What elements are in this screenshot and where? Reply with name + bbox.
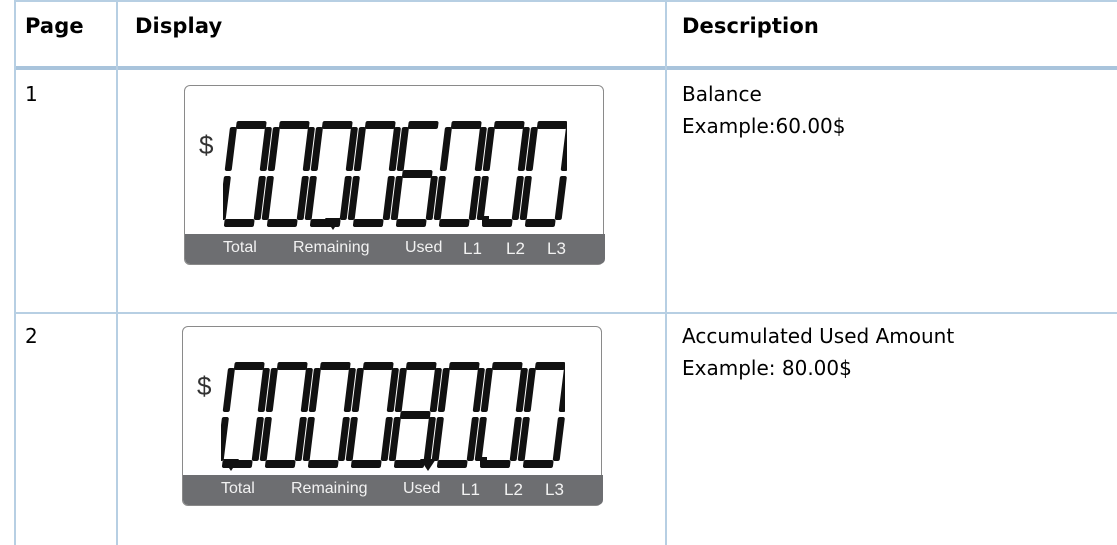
lcd-segment [401,170,433,178]
lcd-segment [494,121,525,129]
lcd-segment [224,127,237,171]
lcd-label-total: Total [223,239,257,256]
seven-segment-digits [221,362,565,468]
lcd-segment [365,121,396,129]
row-divider [14,312,1117,314]
lcd-segment [221,417,229,461]
lcd-label-l1: L1 [461,480,480,499]
lcd-segment [322,121,353,129]
lcd-label-l2: L2 [506,239,525,258]
lcd-segment [320,362,351,370]
lcd-segment [522,460,554,468]
lcd-segment [554,176,567,220]
lcd-segment [436,460,468,468]
pages-table: Page Display Description 1 $ Total Remaini… [0,0,1117,545]
indicator-arrow-remaining [325,218,341,230]
lcd-segment [222,368,235,412]
lcd-label-used: Used [403,480,441,497]
lcd-segment [264,460,296,468]
col-divider-2 [665,0,667,545]
row-1-desc-example: Example:60.00$ [682,114,846,138]
header-display: Display [135,14,223,38]
col-divider-1 [116,0,118,545]
lcd-segment [406,362,437,370]
lcd-segment [439,127,452,171]
lcd-segment [492,362,523,370]
lcd-label-remaining: Remaining [293,239,370,256]
seven-segment-digits [223,121,567,227]
lcd-segment [266,219,298,227]
left-border [14,0,16,545]
row-1-page: 1 [25,82,38,106]
indicator-arrow-total [223,459,239,471]
lcd-label-l1: L1 [463,239,482,258]
lcd-segment [558,368,565,412]
lcd-segment [223,176,231,220]
lcd-segment [234,362,265,370]
lcd-segment [552,417,565,461]
lcd-frame: $ Total Remaining Used L1 L2 L3 [182,326,603,506]
currency-symbol: $ [197,371,212,401]
lcd-segment [399,411,431,419]
lcd-label-l3: L3 [545,480,564,499]
lcd-segment [449,362,480,370]
lcd-segment [535,362,565,370]
currency-symbol: $ [199,130,214,160]
lcd-segment [481,219,513,227]
lcd-label-l3: L3 [547,239,566,258]
lcd-segment [479,460,511,468]
header-description: Description [682,14,819,38]
lcd-segment [438,219,470,227]
lcd-segment [451,121,482,129]
lcd-segment [395,219,427,227]
lcd-segment [363,362,394,370]
lcd-frame: $ Total Remaining Used L1 L2 L3 [184,85,605,265]
lcd-segment [277,362,308,370]
lcd-segment [236,121,267,129]
row-2-desc-example: Example: 80.00$ [682,356,852,380]
lcd-label-used: Used [405,239,443,256]
lcd-segment [560,127,567,171]
lcd-label-l2: L2 [504,480,523,499]
lcd-segment [350,460,382,468]
table-top-border [14,0,1117,2]
lcd-segment [352,219,384,227]
lcd-label-remaining: Remaining [291,480,368,497]
lcd-segment [524,219,556,227]
header-page: Page [25,14,84,38]
header-bottom-border [14,66,1117,70]
lcd-label-bar: Total Remaining Used L1 L2 L3 [185,234,605,264]
lcd-display-page-2: $ Total Remaining Used L1 L2 L3 [182,326,603,506]
lcd-segment [307,460,339,468]
row-2-desc-title: Accumulated Used Amount [682,324,955,348]
indicator-arrow-used [420,459,436,471]
row-2-page: 2 [25,324,38,348]
lcd-segment [279,121,310,129]
lcd-label-total: Total [221,480,255,497]
lcd-display-page-1: $ Total Remaining Used L1 L2 L3 [184,85,605,265]
row-2-description: Accumulated Used Amount Example: 80.00$ [682,320,954,384]
lcd-segment [408,121,439,129]
row-1-desc-title: Balance [682,82,762,106]
lcd-label-bar: Total Remaining Used L1 L2 L3 [183,475,603,505]
lcd-segment [537,121,567,129]
lcd-segment [223,219,255,227]
row-1-description: Balance Example:60.00$ [682,78,846,142]
